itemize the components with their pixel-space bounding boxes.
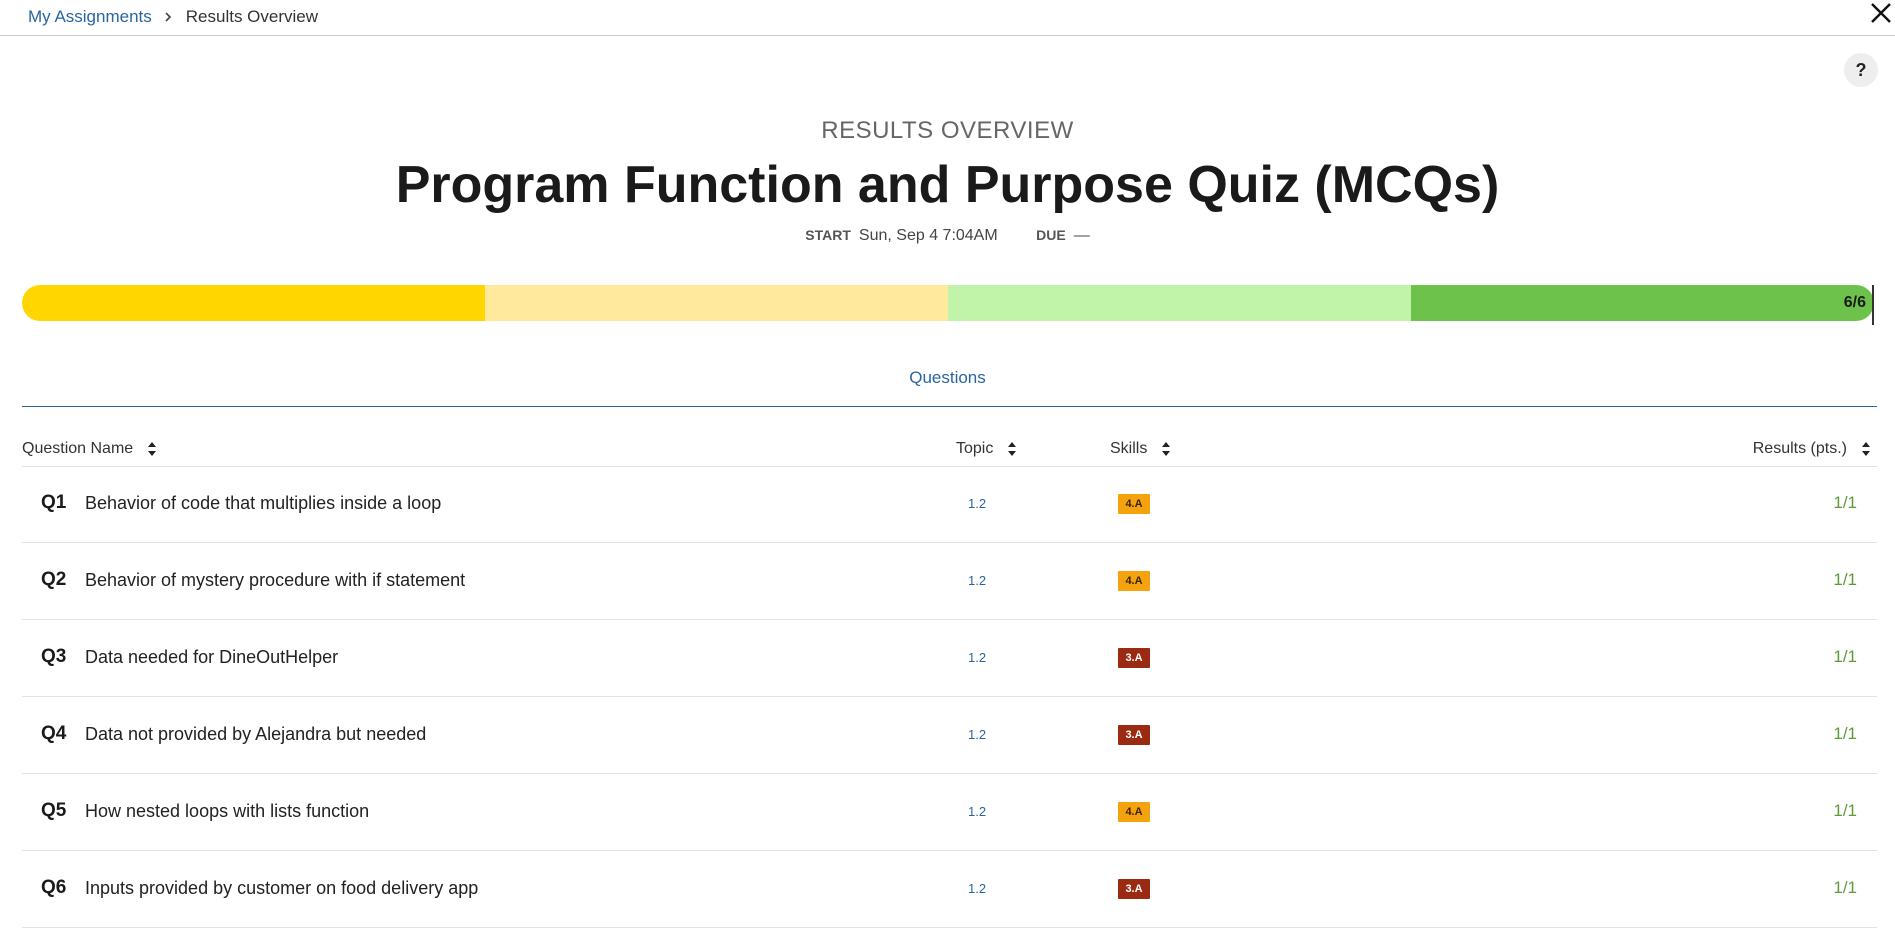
- question-topic: 1.2: [968, 881, 987, 896]
- question-result: 1/1: [1833, 724, 1857, 743]
- question-result: 1/1: [1833, 570, 1857, 589]
- skill-badge: 4.A: [1118, 494, 1150, 514]
- question-result: 1/1: [1833, 493, 1857, 512]
- column-header-label: Skills: [1110, 440, 1148, 457]
- tab-underline: [22, 406, 1877, 407]
- assignment-dates: START Sun, Sep 4 7:04AM DUE —: [0, 227, 1895, 245]
- question-number: Q3: [41, 646, 67, 667]
- sort-icon: [1007, 441, 1017, 457]
- question-name: Behavior of mystery procedure with if st…: [85, 570, 466, 590]
- question-number: Q2: [41, 569, 67, 590]
- question-name: Behavior of code that multiplies inside …: [85, 493, 442, 513]
- column-header-label: Topic: [956, 440, 994, 457]
- skill-badge: 4.A: [1118, 571, 1150, 591]
- question-name: How nested loops with lists function: [85, 801, 370, 821]
- column-header-results[interactable]: Results (pts.): [1753, 440, 1871, 458]
- column-header-label: Results (pts.): [1752, 440, 1847, 457]
- breadcrumb: My Assignments Results Overview: [28, 7, 318, 27]
- table-row[interactable]: Q6 Inputs provided by customer on food d…: [22, 851, 1877, 928]
- skill-badge: 3.A: [1118, 879, 1150, 899]
- chevron-right-icon: [162, 11, 174, 23]
- table-row[interactable]: Q2 Behavior of mystery procedure with if…: [22, 543, 1877, 620]
- progress-score-label: 6/6: [1843, 294, 1866, 311]
- table-row[interactable]: Q4 Data not provided by Alejandra but ne…: [22, 697, 1877, 774]
- question-topic: 1.2: [968, 573, 987, 588]
- progress-segment-2: [485, 285, 948, 321]
- progress-segment-1: [22, 285, 485, 321]
- question-name: Data needed for DineOutHelper: [85, 647, 339, 667]
- sort-icon: [147, 441, 157, 457]
- skill-badge: 4.A: [1118, 802, 1150, 822]
- progress-segment-4: [1411, 285, 1874, 321]
- column-header-topic[interactable]: Topic: [956, 440, 1017, 458]
- question-result: 1/1: [1833, 878, 1857, 897]
- question-number: Q4: [41, 723, 67, 744]
- question-name: Inputs provided by customer on food deli…: [85, 878, 479, 898]
- top-bar: My Assignments Results Overview: [0, 0, 1895, 36]
- table-row[interactable]: Q1 Behavior of code that multiplies insi…: [22, 466, 1877, 543]
- score-progress-bar: 6/6: [22, 285, 1874, 321]
- question-topic: 1.2: [968, 650, 987, 665]
- question-number: Q5: [41, 800, 67, 821]
- tab-questions[interactable]: Questions: [0, 368, 1895, 388]
- question-number: Q6: [41, 877, 67, 898]
- page-kicker: RESULTS OVERVIEW: [821, 117, 1074, 144]
- question-number: Q1: [41, 492, 67, 513]
- close-icon[interactable]: [1865, 0, 1895, 30]
- sort-icon: [1861, 441, 1871, 457]
- skill-badge: 3.A: [1118, 648, 1150, 668]
- breadcrumb-current: Results Overview: [185, 7, 319, 26]
- column-header-label: Question Name: [22, 440, 134, 457]
- question-name: Data not provided by Alejandra but neede…: [85, 724, 427, 744]
- question-topic: 1.2: [968, 496, 987, 511]
- table-row[interactable]: Q5 How nested loops with lists function …: [22, 774, 1877, 851]
- table-header: Question Name Topic Skills Results (pts.…: [22, 438, 1877, 467]
- due-value: —: [1073, 227, 1090, 244]
- question-topic: 1.2: [968, 804, 987, 819]
- question-result: 1/1: [1833, 647, 1857, 666]
- progress-marker: [1872, 285, 1874, 325]
- questions-table-body: Q1 Behavior of code that multiplies insi…: [22, 466, 1877, 928]
- table-row[interactable]: Q3 Data needed for DineOutHelper 1.2 3.A…: [22, 620, 1877, 697]
- sort-icon: [1161, 441, 1171, 457]
- due-label: DUE: [1036, 227, 1066, 243]
- question-topic: 1.2: [968, 727, 987, 742]
- question-result: 1/1: [1833, 801, 1857, 820]
- start-value: Sun, Sep 4 7:04AM: [858, 227, 998, 244]
- start-label: START: [805, 227, 851, 243]
- skill-badge: 3.A: [1118, 725, 1150, 745]
- column-header-skills[interactable]: Skills: [1110, 440, 1171, 458]
- help-button[interactable]: ?: [1844, 53, 1878, 87]
- progress-segment-3: [948, 285, 1411, 321]
- breadcrumb-my-assignments-link[interactable]: My Assignments: [28, 7, 152, 27]
- page-title: Program Function and Purpose Quiz (MCQs): [395, 156, 1500, 214]
- column-header-question-name[interactable]: Question Name: [22, 440, 157, 458]
